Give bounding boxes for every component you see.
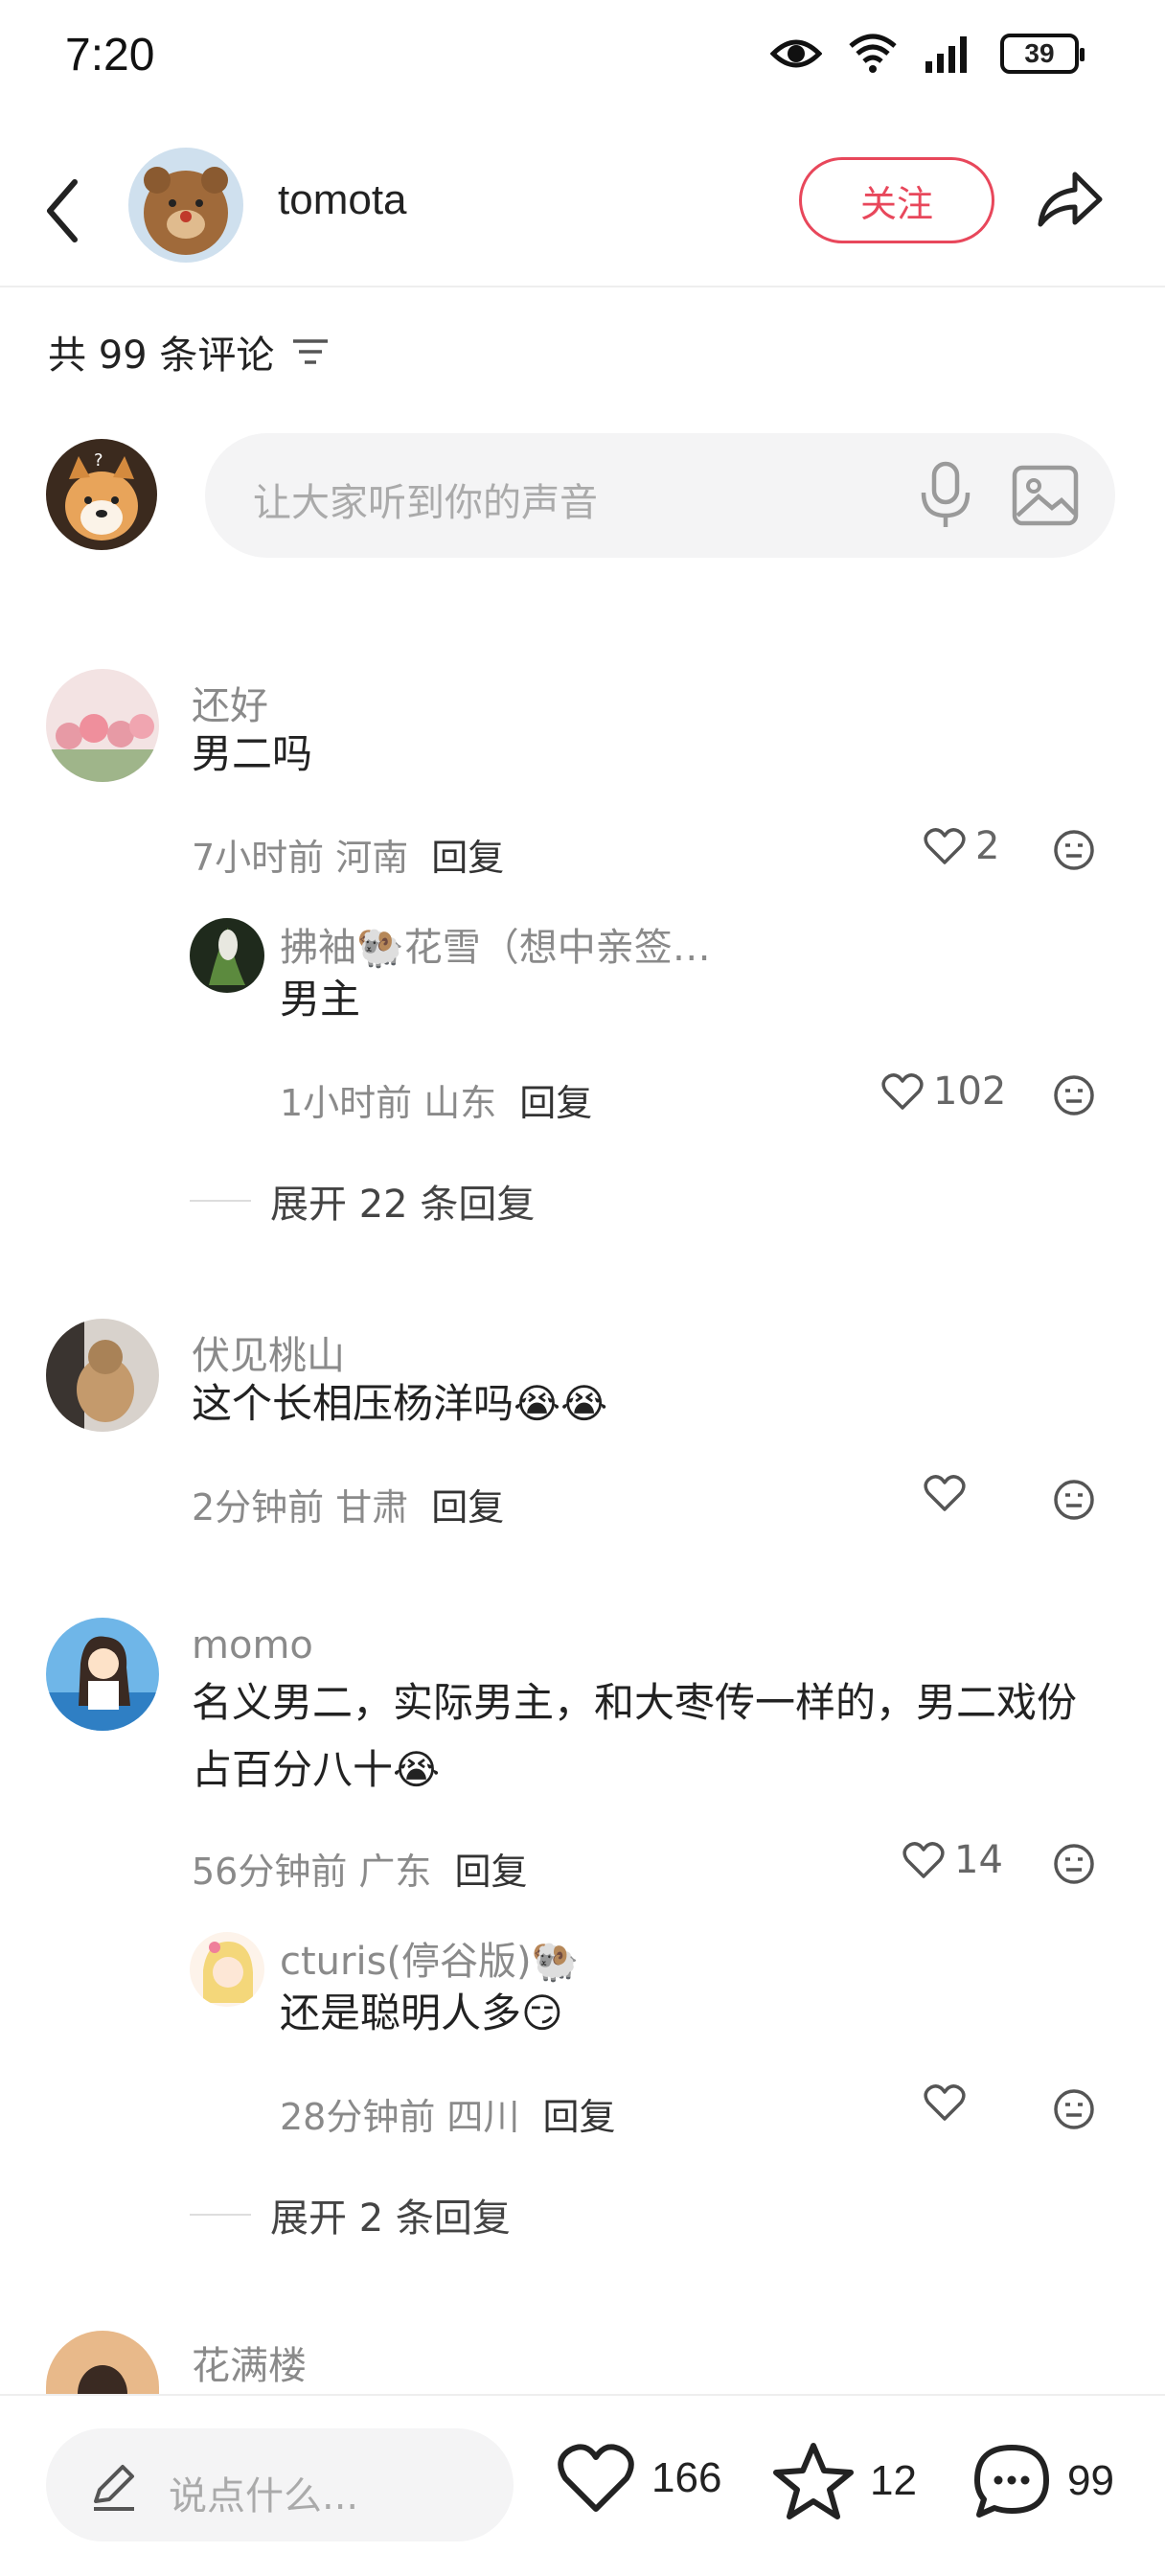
svg-text:?: ? (94, 450, 103, 471)
pencil-icon (94, 2465, 134, 2511)
emoji-react-icon[interactable] (1052, 2087, 1096, 2131)
comment-text: 这个长相压杨洋吗😭😭 (192, 1380, 608, 1427)
reply-avatar[interactable] (190, 1932, 264, 2007)
comment-bubble-icon (974, 2445, 1049, 2518)
emoji-react-icon[interactable] (1052, 1478, 1096, 1522)
status-bar: 7:20 39 (0, 0, 1165, 115)
reply-avatar[interactable] (190, 918, 264, 993)
battery-indicator: 39 (1000, 34, 1085, 74)
comments-count: 99 (1067, 2457, 1114, 2504)
heart-icon (558, 2444, 634, 2512)
expand-replies-label: 展开 22 条回复 (270, 1183, 536, 1227)
author-name[interactable]: tomota (278, 176, 407, 224)
like-count: 2 (975, 824, 1000, 868)
comment-meta: 2分钟前 甘肃 回复 (192, 1478, 504, 1530)
heart-icon (924, 1475, 966, 1511)
comment-input-placeholder: 让大家听到你的声音 (253, 481, 598, 525)
expand-replies-label: 展开 2 条回复 (270, 2196, 511, 2241)
comment-meta: 7小时前 河南 回复 (192, 828, 504, 881)
expand-replies-button[interactable]: 展开 22 条回复 (190, 1173, 535, 1229)
reply-button[interactable]: 回复 (454, 1851, 527, 1893)
heart-icon (924, 828, 966, 864)
reply-button[interactable]: 回复 (542, 2096, 615, 2138)
divider (190, 1200, 251, 1202)
microphone-icon[interactable] (912, 460, 979, 531)
star-icon (773, 2443, 854, 2519)
reply-username[interactable]: cturis(停谷版)🐏 (280, 1930, 579, 1986)
favorite-count: 12 (870, 2457, 917, 2504)
emoji-react-icon[interactable] (1052, 1842, 1096, 1886)
back-arrow-icon[interactable] (38, 172, 86, 249)
author-avatar[interactable] (128, 148, 243, 263)
divider (190, 2214, 251, 2216)
signal-icon (925, 36, 967, 73)
comment-time: 2分钟前 甘肃 (192, 1486, 409, 1529)
comment-time: 7小时前 河南 (192, 837, 409, 879)
reply-button[interactable]: 回复 (519, 1082, 592, 1124)
heart-icon (881, 1073, 924, 1110)
comment-avatar[interactable] (46, 1618, 159, 1731)
like-post-count: 166 (651, 2454, 722, 2501)
image-icon[interactable] (1010, 460, 1081, 531)
like-count: 14 (954, 1838, 1003, 1882)
status-icons: 39 (770, 33, 1085, 75)
reply-button[interactable]: 回复 (431, 1486, 504, 1529)
reply-meta: 1小时前 山东 回复 (280, 1073, 592, 1126)
comment-text: 名义男二，实际男主，和大枣传一样的，男二戏份占百分八十😭 (192, 1679, 1078, 1793)
reply-time: 28分钟前 四川 (280, 2096, 520, 2138)
bottom-action-bar: 说点什么... 166 12 99 (0, 2394, 1165, 2576)
favorite-button[interactable]: 12 (772, 2442, 917, 2520)
heart-icon (924, 2084, 966, 2121)
comment-avatar[interactable] (46, 669, 159, 782)
my-avatar[interactable]: ? (46, 439, 157, 550)
reply-text: 还是聪明人多😏 (280, 1990, 563, 2036)
comment-time: 56分钟前 广东 (192, 1851, 432, 1893)
comment-avatar[interactable] (46, 2331, 159, 2394)
sort-filter-icon[interactable] (291, 336, 330, 367)
comment-count-label: 共 99 条评论 (48, 334, 275, 378)
like-button[interactable]: 2 (924, 824, 999, 868)
reply-meta: 28分钟前 四川 回复 (280, 2087, 615, 2140)
like-button[interactable] (924, 1474, 975, 1512)
comments-button[interactable]: 99 (971, 2442, 1114, 2520)
say-something-placeholder: 说点什么... (169, 2474, 359, 2518)
comment-username[interactable]: 花满楼 (192, 2334, 307, 2390)
reply-time: 1小时前 山东 (280, 1082, 497, 1124)
comment-meta: 56分钟前 广东 回复 (192, 1842, 527, 1895)
follow-button[interactable]: 关注 (799, 157, 994, 243)
like-post-button[interactable]: 166 (556, 2442, 721, 2515)
reply-username[interactable]: 拂袖🐏花雪（想中亲签… (280, 916, 711, 972)
heart-icon (902, 1842, 945, 1878)
like-count: 102 (933, 1070, 1007, 1114)
status-time: 7:20 (65, 30, 155, 80)
expand-replies-button[interactable]: 展开 2 条回复 (190, 2187, 511, 2242)
comment-text: 男二吗 (192, 730, 313, 777)
eye-icon (770, 39, 822, 68)
comment-avatar[interactable] (46, 1319, 159, 1432)
reply-text: 男主 (280, 976, 361, 1023)
comment-input[interactable]: 让大家听到你的声音 (205, 433, 1115, 558)
comment-count: 共 99 条评论 (48, 324, 330, 380)
reply-button[interactable]: 回复 (431, 837, 504, 879)
comment-username[interactable]: momo (192, 1623, 313, 1668)
share-icon[interactable] (1033, 163, 1106, 236)
like-button[interactable] (924, 2083, 975, 2122)
emoji-react-icon[interactable] (1052, 1073, 1096, 1117)
like-button[interactable]: 102 (881, 1070, 1006, 1114)
say-something-input[interactable]: 说点什么... (46, 2428, 514, 2542)
emoji-react-icon[interactable] (1052, 828, 1096, 872)
like-button[interactable]: 14 (902, 1838, 1003, 1882)
wifi-icon (849, 34, 897, 73)
header: tomota 关注 (0, 134, 1165, 288)
